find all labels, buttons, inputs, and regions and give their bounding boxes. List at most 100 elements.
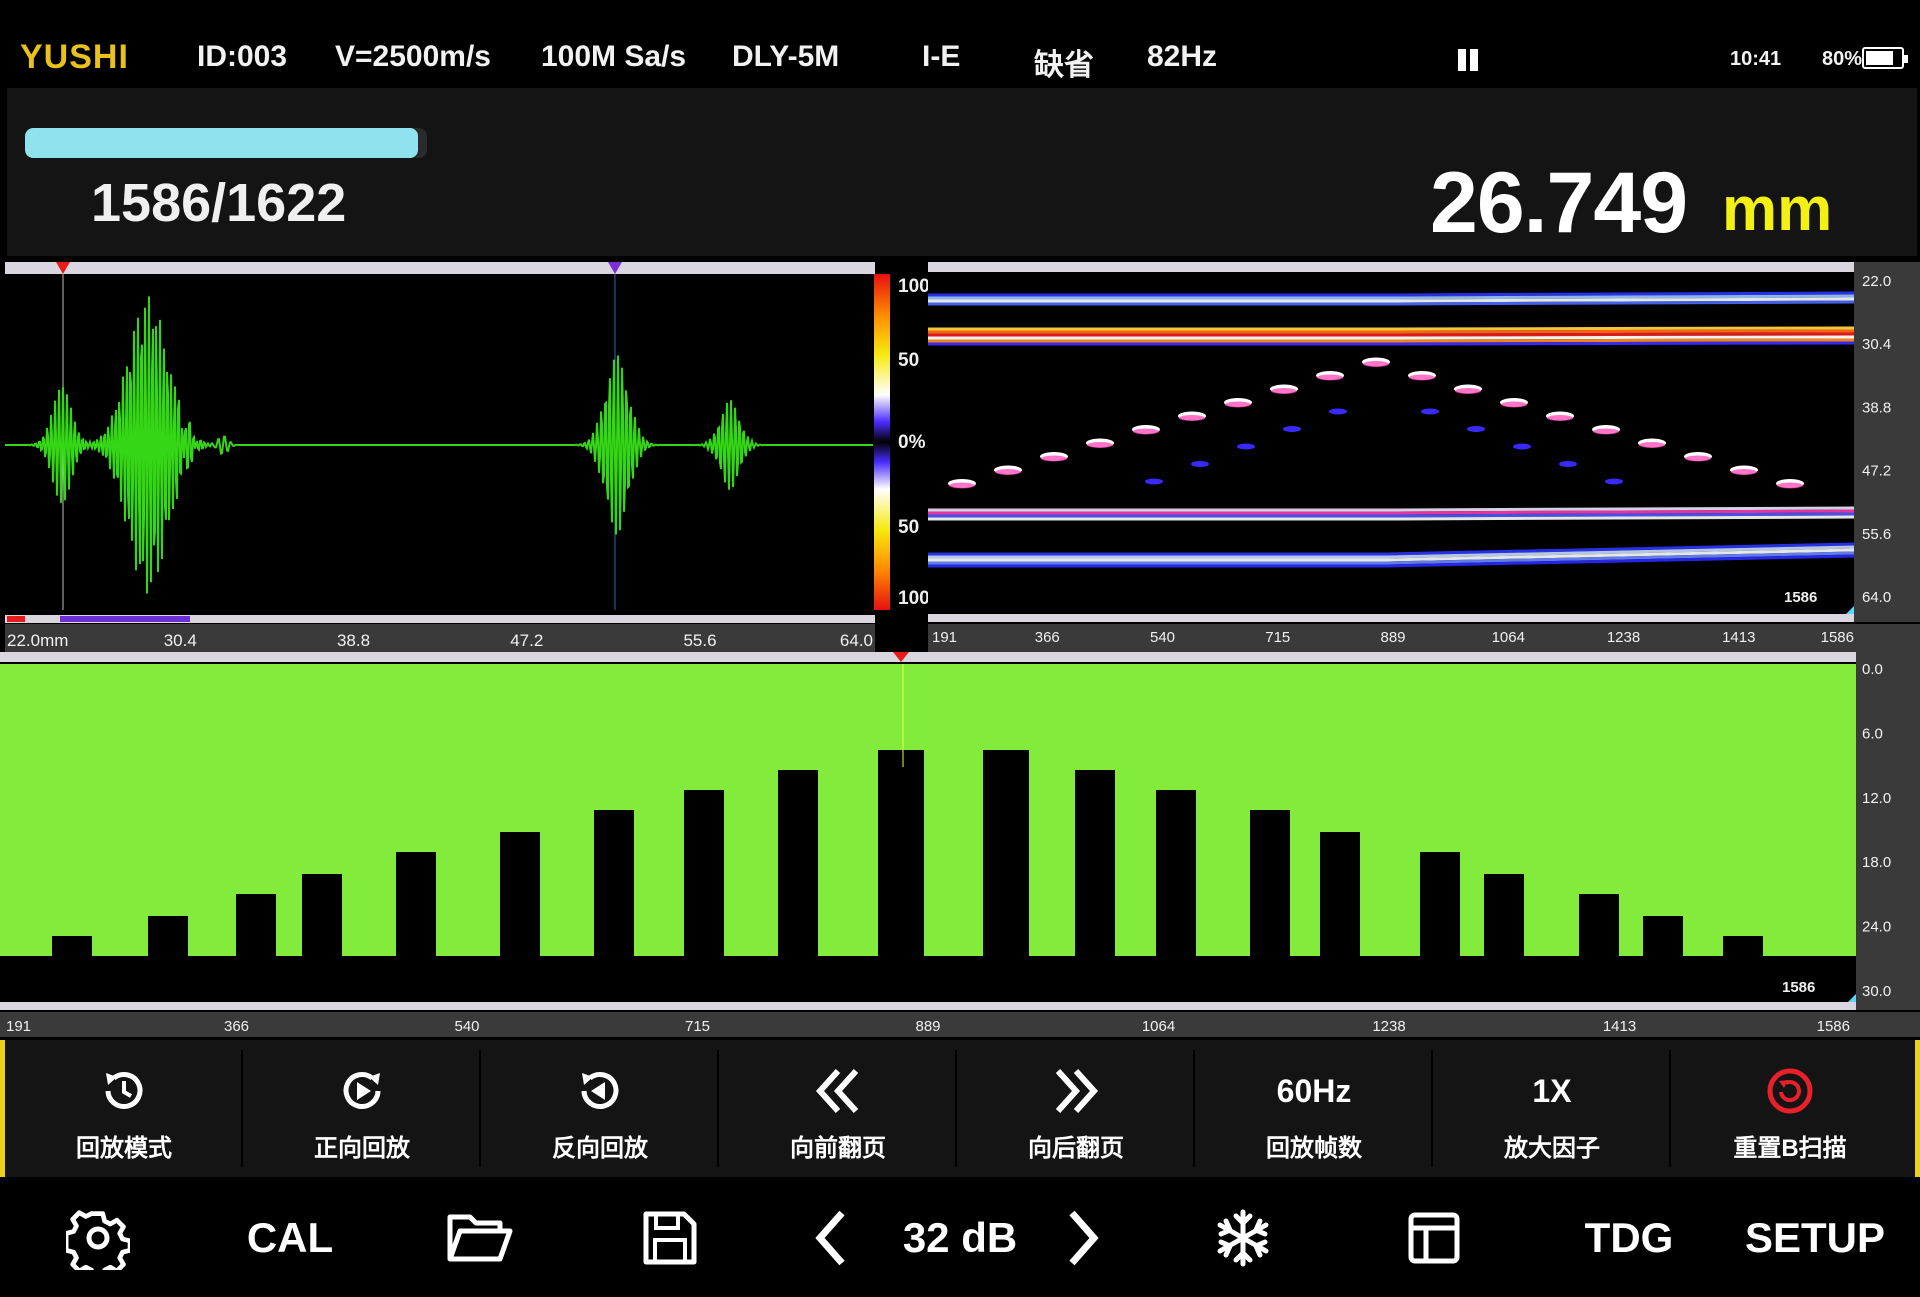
bscan-y-tick-label: 47.2 xyxy=(1862,463,1891,480)
preset: 缺省 xyxy=(1034,49,1094,82)
map-x-tick-label: 1413 xyxy=(1603,1018,1636,1035)
color-scale-label: 0% xyxy=(898,432,926,453)
play-forward-icon xyxy=(243,1064,481,1118)
bscan-reflector-band xyxy=(928,341,1855,346)
bscan-x-tick-label: 1238 xyxy=(1607,629,1640,646)
bscan-image[interactable]: 1586 191 366 540 715 889 1064 1238 1413 1586 22.… xyxy=(928,262,1920,652)
bscan-x-tick-label: 1413 xyxy=(1722,629,1755,646)
bscan-echo-halo xyxy=(1179,415,1205,421)
map-x-tick-label: 540 xyxy=(454,1018,479,1035)
play-forward-button[interactable]: 正向回放 xyxy=(243,1040,481,1177)
playback-rate-label: 回放帧数 xyxy=(1266,1135,1362,1162)
playback-rate-value: 60Hz xyxy=(1276,1072,1352,1109)
map-notch-bar xyxy=(1156,790,1196,978)
play-reverse-label: 反向回放 xyxy=(552,1135,648,1162)
bscan-echo-halo xyxy=(1731,469,1757,475)
map-notch-bar xyxy=(148,916,188,978)
open-file-button[interactable] xyxy=(440,1200,520,1276)
map-notch-bar xyxy=(1075,770,1115,978)
cal-button[interactable]: CAL xyxy=(240,1200,340,1276)
bscan-echo-shadow xyxy=(1559,461,1577,467)
map-notch-bar xyxy=(1250,810,1290,978)
setup-button[interactable]: SETUP xyxy=(1745,1200,1885,1276)
bscan-x-tick-label: 1586 xyxy=(1821,629,1854,646)
bscan-reflector-band xyxy=(928,332,1855,337)
bscan-echo-halo xyxy=(1639,442,1665,448)
bscan-echo-halo xyxy=(1455,388,1481,394)
map-x-tick-label: 1238 xyxy=(1372,1018,1405,1035)
bscan-reflector-band xyxy=(928,326,1855,331)
map-notch-bar xyxy=(1420,852,1460,978)
page-forward-button[interactable]: 向后翻页 xyxy=(957,1040,1195,1177)
playback-rate-button[interactable]: 60Hz 回放帧数 xyxy=(1195,1040,1433,1177)
play-forward-label: 正向回放 xyxy=(314,1135,410,1162)
map-notch-bar xyxy=(1723,936,1763,978)
map-notch-bar xyxy=(396,852,436,978)
playback-mode-label: 回放模式 xyxy=(76,1135,172,1162)
page-back-button[interactable]: 向前翻页 xyxy=(719,1040,957,1177)
thickness-map[interactable]: 1586 191 366 540 715 889 1064 1238 1413 1586 0.0… xyxy=(0,652,1920,1037)
bscan-echo-shadow xyxy=(1467,426,1485,432)
clock: 10:41 xyxy=(1730,48,1782,70)
setup-label: SETUP xyxy=(1744,1214,1886,1261)
freeze-button[interactable] xyxy=(1210,1200,1276,1276)
gate-range-marker xyxy=(60,616,190,622)
ascan-waveform-view[interactable]: 22.0mm 30.4 38.8 47.2 55.6 64.0 xyxy=(5,262,875,652)
map-notch-bar xyxy=(594,810,634,978)
tdg-button[interactable]: TDG xyxy=(1582,1200,1676,1276)
bscan-top-strip xyxy=(928,262,1854,272)
play-reverse-button[interactable]: 反向回放 xyxy=(481,1040,719,1177)
bscan-reflector-band xyxy=(928,329,1855,334)
softkey-bar: 回放模式 正向回放 反向回放 向前翻页 向后翻页 60Hz 回放帧数 1X 放大… xyxy=(0,1040,1920,1177)
bscan-echo-halo xyxy=(1363,361,1389,367)
zoom-factor-value: 1X xyxy=(1532,1072,1572,1109)
thickness-unit: mm xyxy=(1722,175,1833,244)
snowflake-icon xyxy=(1217,1209,1269,1267)
save-icon xyxy=(643,1211,697,1265)
reset-bscan-button[interactable]: 重置B扫描 xyxy=(1671,1040,1909,1177)
velocity: V=2500m/s xyxy=(335,40,491,73)
page-back-label: 向前翻页 xyxy=(790,1135,886,1162)
bscan-echo-shadow xyxy=(1329,408,1347,415)
zoom-factor-button[interactable]: 1X 放大因子 xyxy=(1433,1040,1671,1177)
ascan-x-tick-label: 38.8 xyxy=(337,631,370,650)
pause-icon xyxy=(1458,49,1480,71)
double-chevron-left-icon xyxy=(719,1064,957,1118)
cal-label: CAL xyxy=(246,1214,334,1261)
ascan-x-tick-label: 47.2 xyxy=(510,631,543,650)
bscan-echo-halo xyxy=(1133,428,1159,435)
reset-icon xyxy=(1671,1064,1909,1118)
bscan-x-tick-label: 715 xyxy=(1265,629,1290,646)
ascan-panel[interactable]: 22.0mm 30.4 38.8 47.2 55.6 64.0 xyxy=(5,262,875,652)
bscan-echo-shadow xyxy=(1605,478,1623,485)
playback-progress-fill xyxy=(25,128,419,158)
bscan-echo-shadow xyxy=(1145,478,1163,485)
bscan-reflector-band xyxy=(928,335,1855,340)
map-notch-bar xyxy=(878,750,924,978)
gain-value: 32 dB xyxy=(902,1214,1018,1261)
bscan-echo-shadow xyxy=(1421,408,1439,415)
prf: 82Hz xyxy=(1147,40,1218,73)
playback-progress-bar[interactable] xyxy=(25,128,427,158)
double-chevron-right-icon xyxy=(957,1064,1195,1118)
bottom-toolbar: CAL 32 dB TDG SETUP xyxy=(0,1178,1920,1297)
settings-button[interactable] xyxy=(60,1200,136,1276)
map-coverage-fill xyxy=(0,664,1856,978)
frame-counter: 1586/1622 xyxy=(91,173,347,233)
map-x-tick-label: 366 xyxy=(224,1018,249,1035)
map-x-tick-label: 889 xyxy=(915,1018,940,1035)
bscan-panel[interactable]: 1586 191 366 540 715 889 1064 1238 1413 1586 22.… xyxy=(928,262,1920,652)
map-y-tick-label: 18.0 xyxy=(1862,854,1891,871)
map-notch-bar xyxy=(1579,894,1619,978)
playback-mode-button[interactable]: 回放模式 xyxy=(5,1040,243,1177)
sample-rate: 100M Sa/s xyxy=(541,40,687,73)
gain-increase-button[interactable] xyxy=(1062,1200,1106,1276)
layout-button[interactable] xyxy=(1404,1200,1464,1276)
gear-icon xyxy=(66,1210,130,1270)
gain-decrease-button[interactable] xyxy=(808,1200,852,1276)
folder-open-icon xyxy=(447,1214,513,1262)
thickness-map-panel[interactable]: 1586 191 366 540 715 889 1064 1238 1413 1586 0.0… xyxy=(0,652,1920,1037)
gain-display: 32 dB xyxy=(890,1200,1030,1276)
brand-logo: YUSHI xyxy=(20,38,129,76)
save-button[interactable] xyxy=(635,1200,705,1276)
